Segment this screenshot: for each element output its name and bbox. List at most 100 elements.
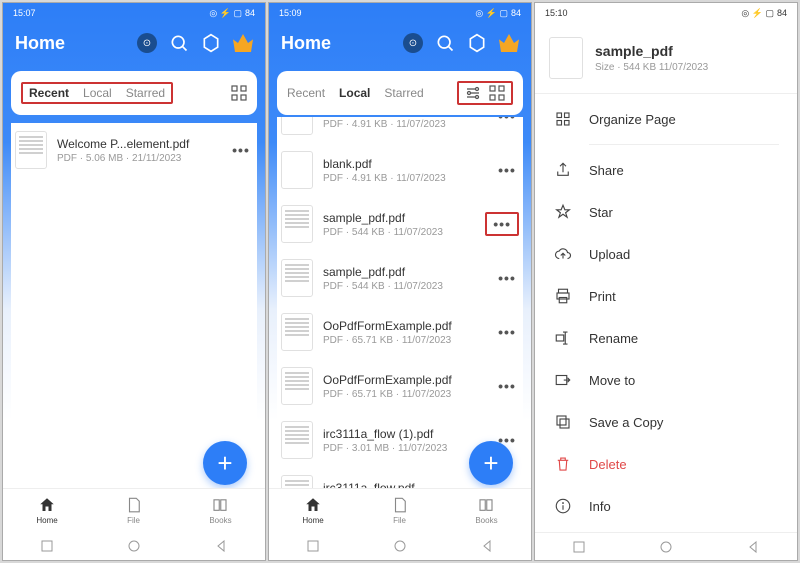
file-item[interactable]: blank.pdfPDF · 4.91 KB · 11/07/2023 ••• <box>277 117 523 143</box>
savecopy-icon <box>553 412 573 432</box>
more-icon[interactable]: ••• <box>495 324 519 340</box>
crown-icon[interactable] <box>499 34 519 52</box>
tabs-card: Recent Local Starred <box>11 71 257 115</box>
settings-icon[interactable] <box>201 33 221 53</box>
delete-icon <box>553 454 573 474</box>
tab-local[interactable]: Local <box>83 86 112 100</box>
bottom-nav: Home File Books <box>269 488 531 532</box>
tabs-card: Recent Local Starred <box>277 71 523 115</box>
sort-icon[interactable] <box>465 85 481 101</box>
file-thumb-icon <box>15 131 47 169</box>
file-item[interactable]: blank.pdfPDF · 4.91 KB · 11/07/2023 ••• <box>277 143 523 197</box>
status-icons: ◎ ⚡ ▢ 84 <box>475 8 521 19</box>
tab-starred[interactable]: Starred <box>126 86 165 100</box>
search-icon[interactable] <box>169 33 189 53</box>
crown-icon[interactable] <box>233 34 253 52</box>
sys-recent-icon[interactable] <box>40 539 54 553</box>
screen-action-sheet: 15:10 ◎ ⚡ ▢ 84 sample_pdf Size · 544 KB … <box>534 2 798 561</box>
file-thumb-icon <box>281 367 313 405</box>
more-highlight: ••• <box>485 212 519 236</box>
status-icons: ◎ ⚡ ▢ 84 <box>209 8 255 19</box>
menu-rename[interactable]: Rename <box>535 317 797 359</box>
statusbar: 15:07 ◎ ⚡ ▢ 84 <box>3 3 265 23</box>
header: Home ⊙ <box>3 23 265 63</box>
info-icon <box>553 496 573 516</box>
nav-home[interactable]: Home <box>302 496 323 525</box>
menu-print[interactable]: Print <box>535 275 797 317</box>
menu-info[interactable]: Info <box>535 485 797 527</box>
menu-delete[interactable]: Delete <box>535 443 797 485</box>
status-time: 15:10 <box>545 8 568 18</box>
screen-recent: 15:07 ◎ ⚡ ▢ 84 Home ⊙ Recent Local Starr… <box>2 2 266 561</box>
sys-back-icon[interactable] <box>746 540 760 554</box>
tab-recent[interactable]: Recent <box>287 86 325 100</box>
tabs-highlight: Recent Local Starred <box>21 82 173 104</box>
more-icon[interactable]: ••• <box>495 378 519 394</box>
tab-local[interactable]: Local <box>339 86 370 100</box>
file-item[interactable]: Welcome P...element.pdf PDF · 5.06 MB · … <box>11 123 257 177</box>
search-icon[interactable] <box>435 33 455 53</box>
fab-add[interactable]: + <box>469 441 513 485</box>
header-actions: ⊙ <box>137 33 253 53</box>
menu-upload[interactable]: Upload <box>535 233 797 275</box>
assistant-icon[interactable]: ⊙ <box>403 33 423 53</box>
nav-books[interactable]: Books <box>209 496 231 525</box>
nav-books[interactable]: Books <box>475 496 497 525</box>
menu-moveto[interactable]: Move to <box>535 359 797 401</box>
file-thumb-icon <box>281 205 313 243</box>
sys-home-icon[interactable] <box>659 540 673 554</box>
settings-icon[interactable] <box>467 33 487 53</box>
statusbar: 15:09 ◎ ⚡ ▢ 84 <box>269 3 531 23</box>
tab-starred[interactable]: Starred <box>384 86 423 100</box>
fab-add[interactable]: + <box>203 441 247 485</box>
sys-recent-icon[interactable] <box>306 539 320 553</box>
file-thumb-icon <box>549 37 583 79</box>
system-nav <box>3 532 265 560</box>
more-icon[interactable]: ••• <box>495 117 519 124</box>
grid-view-icon[interactable] <box>231 85 247 101</box>
more-icon[interactable]: ••• <box>229 142 253 158</box>
more-icon[interactable]: ••• <box>495 270 519 286</box>
file-item[interactable]: sample_pdf.pdfPDF · 544 KB · 11/07/2023 … <box>277 251 523 305</box>
more-icon[interactable]: ••• <box>493 216 511 232</box>
tabs: Recent Local Starred <box>287 79 513 107</box>
sys-back-icon[interactable] <box>480 539 494 553</box>
sheet-header: sample_pdf Size · 544 KB 11/07/2023 <box>535 23 797 94</box>
assistant-icon[interactable]: ⊙ <box>137 33 157 53</box>
nav-home[interactable]: Home <box>36 496 57 525</box>
header-title: Home <box>15 33 137 54</box>
menu-organize[interactable]: Organize Page <box>535 98 797 140</box>
grid-view-icon[interactable] <box>489 85 505 101</box>
moveto-icon <box>553 370 573 390</box>
file-thumb-icon <box>281 313 313 351</box>
header: Home ⊙ <box>269 23 531 63</box>
system-nav <box>269 532 531 560</box>
tab-recent[interactable]: Recent <box>29 86 69 100</box>
header-actions: ⊙ <box>403 33 519 53</box>
upload-icon <box>553 244 573 264</box>
view-controls-highlight <box>457 81 513 105</box>
file-item[interactable]: OoPdfFormExample.pdfPDF · 65.71 KB · 11/… <box>277 359 523 413</box>
screen-local: 15:09 ◎ ⚡ ▢ 84 Home ⊙ Recent Local Starr… <box>268 2 532 561</box>
menu-savecopy[interactable]: Save a Copy <box>535 401 797 443</box>
sys-home-icon[interactable] <box>127 539 141 553</box>
sys-recent-icon[interactable] <box>572 540 586 554</box>
bottom-nav: Home File Books <box>3 488 265 532</box>
menu-star[interactable]: Star <box>535 191 797 233</box>
nav-file[interactable]: File <box>391 496 409 525</box>
file-thumb-icon <box>281 259 313 297</box>
more-icon[interactable]: ••• <box>495 162 519 178</box>
file-item[interactable]: OoPdfFormExample.pdfPDF · 65.71 KB · 11/… <box>277 305 523 359</box>
file-item[interactable]: sample_pdf.pdfPDF · 544 KB · 11/07/2023 … <box>277 197 523 251</box>
nav-file[interactable]: File <box>125 496 143 525</box>
action-menu: Organize Page Share Star Upload Print Re… <box>535 94 797 531</box>
sys-back-icon[interactable] <box>214 539 228 553</box>
print-icon <box>553 286 573 306</box>
sys-home-icon[interactable] <box>393 539 407 553</box>
file-info: Welcome P...element.pdf PDF · 5.06 MB · … <box>57 137 229 164</box>
header-title: Home <box>281 33 403 54</box>
rename-icon <box>553 328 573 348</box>
file-list[interactable]: blank.pdfPDF · 4.91 KB · 11/07/2023 ••• … <box>277 117 523 552</box>
sheet-meta: Size · 544 KB 11/07/2023 <box>595 62 708 73</box>
menu-share[interactable]: Share <box>535 149 797 191</box>
